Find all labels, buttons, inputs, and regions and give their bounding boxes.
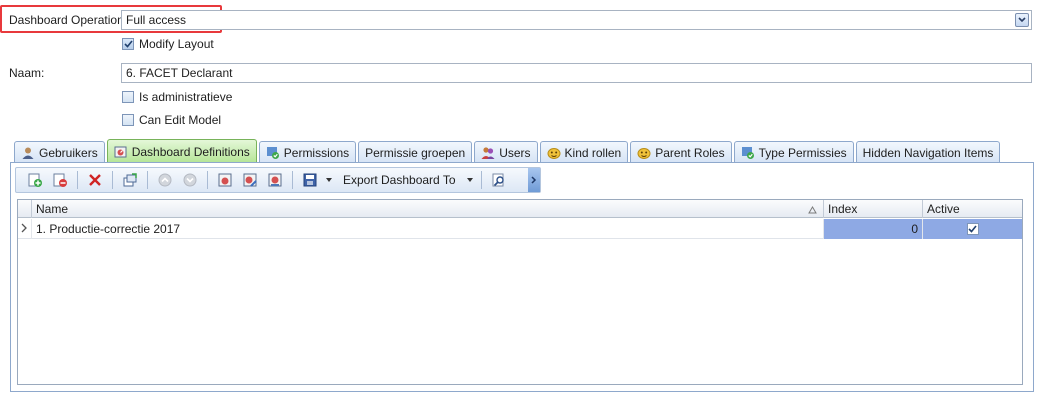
can-edit-model-row[interactable]: Can Edit Model — [122, 113, 221, 127]
tab-kind-rollen[interactable]: Kind rollen — [539, 141, 629, 163]
can-edit-model-checkbox[interactable] — [122, 114, 134, 126]
dashboard-icon — [114, 145, 128, 159]
toolbar-separator — [207, 171, 208, 189]
tab-label: Parent Roles — [655, 145, 725, 160]
toolbar-separator — [112, 171, 113, 189]
permissions-icon — [741, 146, 755, 160]
naam-input[interactable]: 6. FACET Declarant — [121, 63, 1032, 83]
mask-icon — [547, 146, 561, 160]
tab-gebruikers[interactable]: Gebruikers — [14, 141, 105, 163]
column-header-label: Index — [828, 202, 858, 216]
dashboard-definitions-grid: Name Index Active 1. Productie-correctie… — [17, 199, 1023, 385]
tab-users[interactable]: Users — [474, 141, 538, 163]
tab-hidden-navigation-items[interactable]: Hidden Navigation Items — [855, 141, 1001, 163]
grid-header: Name Index Active — [18, 200, 1022, 218]
is-administratieve-row[interactable]: Is administratieve — [122, 90, 232, 104]
link-icon[interactable] — [119, 169, 141, 191]
dashboard-operation-select[interactable]: Full access — [121, 10, 1032, 30]
export-dashboard-button[interactable]: Export Dashboard To — [337, 173, 462, 187]
save-icon[interactable] — [299, 169, 321, 191]
move-up-icon[interactable] — [154, 169, 176, 191]
search-icon[interactable] — [488, 169, 510, 191]
column-header-name[interactable]: Name — [32, 200, 824, 218]
tab-dashboard-definitions[interactable]: Dashboard Definitions — [106, 139, 257, 163]
tab-label: Hidden Navigation Items — [862, 145, 994, 160]
naam-label: Naam: — [9, 66, 45, 80]
tab-label: Dashboard Definitions — [131, 144, 250, 159]
cell-index[interactable]: 0 — [824, 219, 923, 239]
toolbar-separator — [480, 171, 482, 189]
cell-active[interactable] — [923, 219, 1022, 239]
tab-label: Gebruikers — [39, 145, 98, 160]
tab-label: Permissions — [283, 145, 350, 160]
dashboard-operation-value: Full access — [126, 13, 187, 27]
toolbar-separator — [147, 171, 148, 189]
user-icon — [21, 146, 35, 160]
mask-icon — [637, 146, 651, 160]
tab-type-permissies[interactable]: Type Permissies — [733, 141, 854, 163]
tab-permissie-groepen[interactable]: Permissie groepen — [358, 141, 473, 163]
tab-label: Kind rollen — [564, 145, 622, 160]
export-dropdown-icon[interactable] — [465, 169, 475, 191]
delete-row-icon[interactable] — [49, 169, 71, 191]
grid-toolbar: Export Dashboard To — [15, 167, 541, 193]
column-header-label: Name — [36, 202, 69, 216]
row-indicator[interactable] — [18, 219, 32, 239]
tab-strip: Gebruikers Dashboard Definitions Permiss… — [14, 139, 1001, 163]
column-header-index[interactable]: Index — [824, 200, 923, 218]
toolbar-separator — [292, 171, 293, 189]
sort-ascending-icon — [808, 203, 817, 217]
dashboard-refresh-icon[interactable] — [264, 169, 286, 191]
toolbar-separator — [77, 171, 78, 189]
toolbar-overflow-icon[interactable] — [528, 168, 540, 192]
table-row[interactable]: 1. Productie-correctie 2017 0 — [18, 219, 1022, 239]
modify-layout-label: Modify Layout — [139, 37, 214, 51]
delete-icon[interactable] — [84, 169, 106, 191]
move-down-icon[interactable] — [179, 169, 201, 191]
row-indicator-header — [18, 200, 32, 218]
tab-label: Type Permissies — [758, 145, 847, 160]
dropdown-arrow-icon[interactable] — [1015, 13, 1029, 27]
chevron-right-icon — [20, 222, 28, 236]
modify-layout-checkbox[interactable] — [122, 38, 134, 50]
tab-label: Users — [499, 145, 531, 160]
can-edit-model-label: Can Edit Model — [139, 113, 222, 127]
save-dropdown-icon[interactable] — [324, 169, 334, 191]
tab-content-panel: Export Dashboard To Name Index Active 1.… — [10, 162, 1034, 392]
new-row-icon[interactable] — [24, 169, 46, 191]
dashboard-operation-label: Dashboard Operation: — [9, 13, 128, 27]
column-header-label: Active — [927, 202, 960, 216]
permissions-icon — [266, 146, 280, 160]
modify-layout-row[interactable]: Modify Layout — [122, 37, 214, 51]
tab-label: Permissie groepen — [365, 145, 466, 160]
users-icon — [481, 146, 495, 160]
tab-parent-roles[interactable]: Parent Roles — [630, 141, 732, 163]
active-checkbox[interactable] — [966, 223, 979, 235]
column-header-active[interactable]: Active — [923, 200, 1022, 218]
is-administratieve-checkbox[interactable] — [122, 91, 134, 103]
cell-name[interactable]: 1. Productie-correctie 2017 — [32, 219, 824, 239]
dashboard-edit-icon[interactable] — [239, 169, 261, 191]
is-administratieve-label: Is administratieve — [139, 90, 233, 104]
tab-permissions[interactable]: Permissions — [258, 141, 357, 163]
dashboard-view-icon[interactable] — [214, 169, 236, 191]
